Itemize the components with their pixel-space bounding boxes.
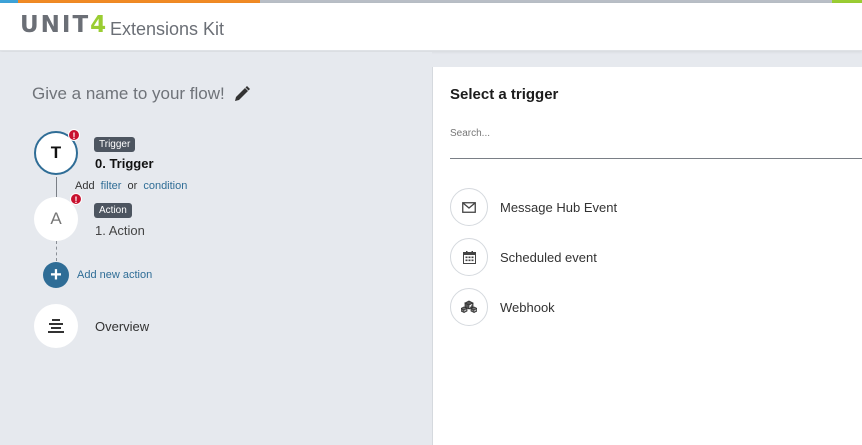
action-node-letter: A [50, 209, 62, 228]
pencil-icon[interactable] [233, 85, 251, 103]
envelope-icon [462, 201, 476, 213]
webhook-icon [461, 300, 477, 314]
trigger-option-icon [450, 238, 488, 276]
trigger-option-icon [450, 188, 488, 226]
error-icon: ! [68, 129, 80, 141]
overview-icon [48, 319, 64, 333]
add-condition-link[interactable]: condition [143, 180, 187, 192]
flow-name-text[interactable]: Give a name to your flow! [32, 84, 225, 104]
add-action-button[interactable]: + [43, 262, 69, 288]
overview-label[interactable]: Overview [95, 319, 149, 334]
action-step-title[interactable]: 1. Action [95, 223, 145, 238]
error-icon: ! [70, 193, 82, 205]
app-header: UNIT4 Extensions Kit [0, 3, 862, 51]
or-label: or [127, 180, 138, 192]
trigger-selection-panel: Select a trigger Message Hub Event [432, 67, 862, 445]
app-title: Extensions Kit [110, 19, 225, 39]
action-badge: Action [94, 203, 132, 218]
trigger-option-label: Message Hub Event [500, 199, 618, 215]
add-label: Add [75, 180, 95, 192]
action-node[interactable]: A ! [34, 193, 82, 241]
add-filter-link[interactable]: filter [101, 180, 122, 192]
trigger-search-input[interactable] [450, 119, 862, 159]
trigger-option-icon [450, 288, 488, 326]
trigger-node[interactable]: T ! [34, 129, 80, 175]
action-connector [56, 241, 57, 261]
trigger-option-scheduled-event[interactable]: Scheduled event [450, 238, 597, 276]
add-filter-condition-row: Add filter or condition [75, 180, 190, 192]
trigger-step-title[interactable]: 0. Trigger [95, 156, 154, 171]
add-new-action-link[interactable]: Add new action [77, 269, 152, 281]
unit4-logo[interactable]: UNIT4 [20, 12, 108, 38]
trigger-option-label: Webhook [500, 299, 555, 315]
trigger-node-letter: T [50, 143, 62, 162]
flow-name-editor[interactable]: Give a name to your flow! [32, 84, 251, 104]
trigger-badge: Trigger [94, 137, 136, 152]
trigger-connector [56, 177, 57, 197]
calendar-icon [462, 250, 476, 264]
logo-text: UNIT [20, 12, 91, 38]
logo-number: 4 [90, 12, 109, 38]
trigger-option-webhook[interactable]: Webhook [450, 288, 555, 326]
trigger-option-message-hub-event[interactable]: Message Hub Event [450, 188, 617, 226]
panel-title: Select a trigger [450, 86, 559, 103]
overview-node[interactable] [34, 304, 78, 348]
flow-editor-panel: Give a name to your flow! T ! Trigger 0.… [0, 52, 432, 445]
trigger-option-label: Scheduled event [500, 249, 597, 265]
